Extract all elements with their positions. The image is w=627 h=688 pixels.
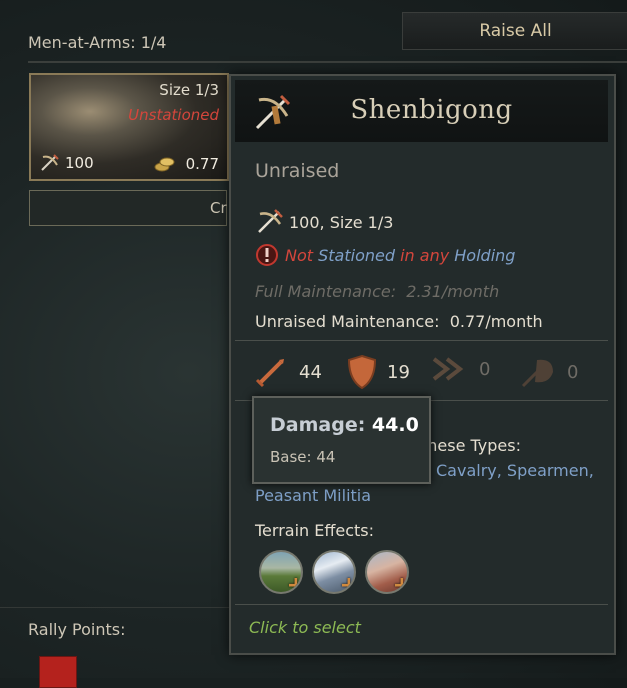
unraised-maintenance-text: Unraised Maintenance: 0.77/month	[255, 312, 543, 331]
card-soldiers: 100	[39, 153, 94, 173]
damage-value: 44	[299, 361, 322, 383]
click-to-select-hint: Click to select	[249, 618, 361, 637]
tooltip-divider	[235, 340, 608, 341]
sword-icon	[255, 359, 284, 388]
unit-state: Unraised	[255, 160, 340, 182]
pursuit-stat[interactable]: 0	[431, 354, 490, 384]
toughness-value: 19	[387, 361, 410, 383]
footer-divider	[235, 604, 608, 605]
terrain-icons: + + +	[259, 550, 409, 594]
card-cost-value: 0.77	[185, 155, 219, 173]
create-button[interactable]: Cr	[29, 190, 227, 226]
pursuit-arrows-icon	[432, 357, 464, 381]
damage-tooltip-base: Base: 44	[270, 448, 336, 466]
card-soldiers-value: 100	[65, 154, 94, 172]
full-maintenance-text: Full Maintenance: 2.31/month	[255, 282, 500, 301]
counters-label: these Types:	[421, 436, 521, 455]
card-size: Size 1/3	[159, 81, 219, 99]
unit-title: Shenbigong	[350, 95, 513, 125]
shield-icon	[347, 354, 377, 390]
plus-icon: +	[393, 573, 407, 592]
mountains-terrain-icon[interactable]: +	[312, 550, 356, 594]
unit-size-row: 100, Size 1/3	[255, 208, 393, 236]
desert-mountains-terrain-icon[interactable]: +	[365, 550, 409, 594]
header-divider	[28, 61, 627, 63]
damage-stat[interactable]: 44	[253, 354, 322, 390]
terrain-effects-label: Terrain Effects:	[255, 521, 375, 540]
damage-tooltip-label: Damage: 44.0	[270, 414, 419, 436]
men-at-arms-count: Men-at-Arms: 1/4	[28, 33, 167, 52]
damage-tooltip-value: 44.0	[371, 414, 419, 436]
raise-all-button[interactable]: Raise All	[402, 12, 627, 50]
hills-terrain-icon[interactable]: +	[259, 550, 303, 594]
unraised-maintenance-row: Unraised Maintenance: 0.77/month	[255, 312, 543, 331]
counters-types[interactable]: Cavalry, Spearmen,	[436, 461, 594, 480]
station-stationed[interactable]: Stationed	[313, 246, 400, 265]
station-status-row: Not Stationed in any Holding	[255, 243, 515, 267]
screen-shield-icon	[521, 359, 553, 388]
rally-divider	[0, 607, 230, 608]
men-at-arms-card[interactable]: Size 1/3 Unstationed 100 0.77	[29, 73, 229, 181]
crossbow-icon	[258, 209, 283, 233]
card-cost: 0.77	[154, 155, 219, 173]
rally-point-banner[interactable]	[39, 656, 77, 688]
warning-icon	[256, 244, 278, 266]
create-button-label: Cr	[210, 199, 227, 217]
screen-value: 0	[567, 361, 579, 383]
unit-size-text: 100, Size 1/3	[289, 212, 394, 232]
station-in-any: in any	[400, 245, 450, 265]
plus-icon: +	[287, 573, 301, 592]
card-status: Unstationed	[128, 106, 219, 124]
rally-points-label: Rally Points:	[28, 620, 126, 639]
tooltip-header: Shenbigong	[235, 80, 608, 142]
counters-militia[interactable]: Peasant Militia	[255, 486, 371, 505]
full-maintenance-row: Full Maintenance: 2.31/month	[255, 282, 499, 301]
pursuit-value: 0	[479, 358, 491, 380]
unit-tooltip: Shenbigong Unraised 100, Size 1/3 Not St…	[229, 74, 616, 655]
unit-stats: 44 19 0 0	[253, 354, 593, 390]
gold-coins-icon	[154, 157, 175, 172]
screen-stat[interactable]: 0	[519, 354, 578, 390]
station-not: Not	[285, 245, 314, 265]
damage-tooltip: Damage: 44.0 Base: 44	[252, 396, 431, 484]
station-holding[interactable]: Holding	[449, 246, 515, 265]
toughness-stat[interactable]: 19	[347, 354, 410, 390]
plus-icon: +	[340, 573, 354, 592]
crossbow-icon	[41, 154, 59, 171]
damage-label-text: Damage:	[270, 414, 372, 436]
